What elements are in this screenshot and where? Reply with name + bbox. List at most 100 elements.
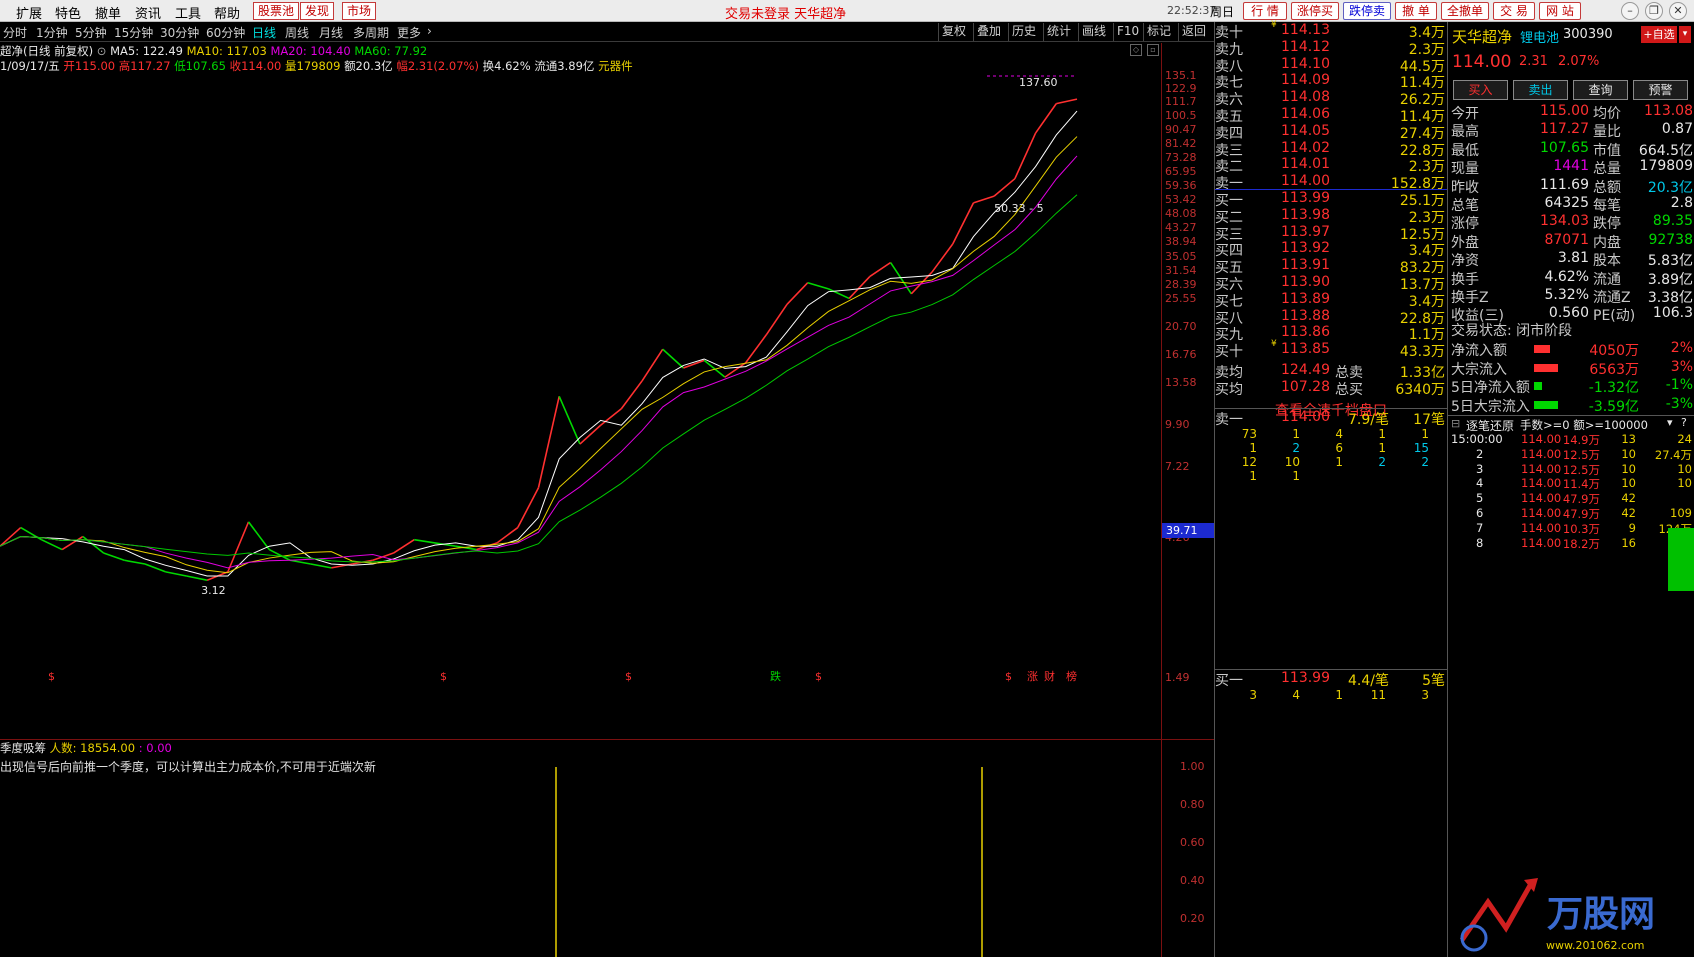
ask-row[interactable]: 卖七 114.09 11.4万	[1215, 72, 1447, 91]
chevron-right-icon[interactable]: ›	[427, 24, 432, 38]
ma5-line	[0, 110, 1078, 577]
limit-down-sell-button[interactable]: 跌停卖	[1343, 2, 1391, 20]
stat-label: 换手Z	[1451, 290, 1489, 306]
stat-value: 107.65	[1540, 139, 1589, 156]
flow-value: 6563万	[1589, 361, 1639, 378]
ask-price: 114.10	[1281, 55, 1330, 72]
bid-row[interactable]: 买二 113.98 2.3万	[1215, 206, 1447, 226]
tab-5min[interactable]: 5分钟	[75, 24, 107, 41]
quote-stat-row: 今开 115.00 均价 113.08	[1451, 103, 1694, 122]
queue-cell: 1	[1292, 469, 1300, 483]
tab-1min[interactable]: 1分钟	[36, 24, 68, 41]
queue-cell: 2	[1292, 441, 1300, 455]
bid-row[interactable]: 买六 113.90 13.7万	[1215, 274, 1447, 293]
price-segment	[61, 535, 84, 551]
total-value: 6340万	[1395, 381, 1445, 398]
limit-up-buy-button[interactable]: 涨停买	[1291, 2, 1339, 20]
trade-button[interactable]: 交 易	[1493, 2, 1535, 20]
tick-filter[interactable]: 手数>=0 额>=100000	[1520, 417, 1648, 433]
ask-price: 114.00	[1281, 173, 1330, 190]
tab-15min[interactable]: 15分钟	[114, 24, 153, 41]
cancel-all-button[interactable]: 全撤单	[1441, 2, 1489, 20]
website-button[interactable]: 网 站	[1539, 2, 1581, 20]
tab-30min[interactable]: 30分钟	[160, 24, 199, 41]
stat-value: 0.560	[1548, 305, 1589, 322]
tab-daily[interactable]: 日线	[252, 24, 276, 41]
stat-value: 3.38亿	[1647, 290, 1693, 306]
adjust-button[interactable]: 复权	[938, 23, 969, 41]
tab-multi-period[interactable]: 多周期	[353, 24, 389, 41]
tick-count: 13	[1621, 432, 1636, 446]
bid-mark: ¥	[1271, 339, 1277, 350]
price-segment	[993, 178, 1016, 197]
alert-button[interactable]: 预警	[1633, 80, 1688, 100]
bid-row[interactable]: 买八 113.88 22.8万	[1215, 308, 1447, 327]
market-button[interactable]: 市场	[342, 2, 377, 20]
tab-weekly[interactable]: 周线	[285, 24, 309, 41]
ask-row[interactable]: 卖五 114.06 11.4万	[1215, 106, 1447, 125]
menu-tools[interactable]: 工具	[175, 3, 201, 22]
query-button[interactable]: 查询	[1573, 80, 1628, 100]
collapse-icon[interactable]: ⊟	[1451, 417, 1460, 430]
indicator-chart[interactable]	[0, 740, 1162, 957]
discover-button[interactable]: 发现	[300, 2, 335, 20]
ask-row[interactable]: 卖四 114.05 27.4万	[1215, 123, 1447, 142]
indicator-tick-label: 0.60	[1180, 836, 1205, 849]
ask-row[interactable]: 卖六 114.08 26.2万	[1215, 89, 1447, 108]
restore-icon[interactable]: ❐	[1645, 2, 1663, 20]
cancel-button[interactable]: 撤 单	[1395, 2, 1437, 20]
stat-value: 92738	[1648, 231, 1693, 248]
buy1-header: 买一 113.99 4.4/笔 5笔	[1215, 669, 1447, 689]
buy-button[interactable]: 买入	[1453, 80, 1508, 100]
bid-row[interactable]: 买七 113.89 3.4万	[1215, 291, 1447, 310]
ask-row[interactable]: 卖二 114.01 2.3万	[1215, 156, 1447, 175]
price-segment	[1034, 103, 1057, 134]
queue-cell: 4	[1335, 427, 1343, 441]
add-watchlist-button[interactable]: +自选	[1641, 26, 1677, 43]
tab-monthly[interactable]: 月线	[319, 24, 343, 41]
window-icon[interactable]: ▫	[1147, 44, 1159, 56]
bid-row[interactable]: 买三 113.97 12.5万	[1215, 224, 1447, 243]
queue-price: 114.00	[1281, 409, 1330, 425]
diamond-icon[interactable]: ◇	[1130, 44, 1142, 56]
overlay-button[interactable]: 叠加	[973, 23, 1004, 41]
bid-row[interactable]: 买九 113.86 1.1万	[1215, 324, 1447, 343]
sell-button[interactable]: 卖出	[1513, 80, 1568, 100]
tab-more[interactable]: 更多	[397, 24, 421, 41]
mark-button[interactable]: 标记	[1143, 23, 1174, 41]
statistics-button[interactable]: 统计	[1043, 23, 1074, 41]
menu-help[interactable]: 帮助	[214, 3, 240, 22]
tick-index: 3	[1476, 461, 1484, 476]
caret-down-icon[interactable]: ▾	[1679, 26, 1691, 43]
ask-row[interactable]: 卖三 114.02 22.8万	[1215, 140, 1447, 159]
ask-row[interactable]: 卖十 114.13 3.4万 ¥	[1215, 20, 1447, 41]
kline-chart[interactable]: 137.60 50.33 - 5 3.12 $ $ $ 跌 $ $ 涨财榜	[0, 60, 1215, 740]
flow-pct: 3%	[1670, 358, 1693, 375]
close-icon[interactable]: ✕	[1669, 2, 1687, 20]
bid-row[interactable]: 买一 113.99 25.1万	[1215, 190, 1447, 209]
menu-cancel-order[interactable]: 撤单	[95, 3, 121, 22]
ask-row[interactable]: 卖九 114.12 2.3万	[1215, 39, 1447, 58]
tab-60min[interactable]: 60分钟	[206, 24, 245, 41]
stock-sector[interactable]: 锂电池	[1520, 27, 1559, 46]
help-icon[interactable]: ?	[1681, 416, 1687, 429]
menu-news[interactable]: 资讯	[135, 3, 161, 22]
history-button[interactable]: 历史	[1008, 23, 1039, 41]
bid-row[interactable]: 买五 113.91 83.2万	[1215, 257, 1447, 276]
menu-features[interactable]: 特色	[55, 3, 81, 22]
f10-button[interactable]: F10	[1113, 23, 1142, 41]
bid-row[interactable]: 买十 113.85 43.3万 ¥	[1215, 339, 1447, 360]
dropdown-icon[interactable]: ⊙	[97, 44, 107, 58]
ask-row[interactable]: 卖八 114.10 44.5万	[1215, 55, 1447, 75]
filter-icon[interactable]: ▾	[1667, 416, 1673, 429]
stock-pool-button[interactable]: 股票池	[253, 2, 300, 20]
back-button[interactable]: 返回	[1178, 23, 1209, 41]
bid-price: 113.98	[1281, 206, 1330, 223]
draw-line-button[interactable]: 画线	[1078, 23, 1109, 41]
stat-label: 总量	[1593, 161, 1621, 178]
minimize-icon[interactable]: –	[1621, 2, 1639, 20]
quotes-button[interactable]: 行 情	[1243, 2, 1287, 20]
menu-extend[interactable]: 扩展	[16, 3, 42, 22]
tab-intraday[interactable]: 分时	[3, 24, 27, 41]
bid-row[interactable]: 买四 113.92 3.4万	[1215, 240, 1447, 259]
